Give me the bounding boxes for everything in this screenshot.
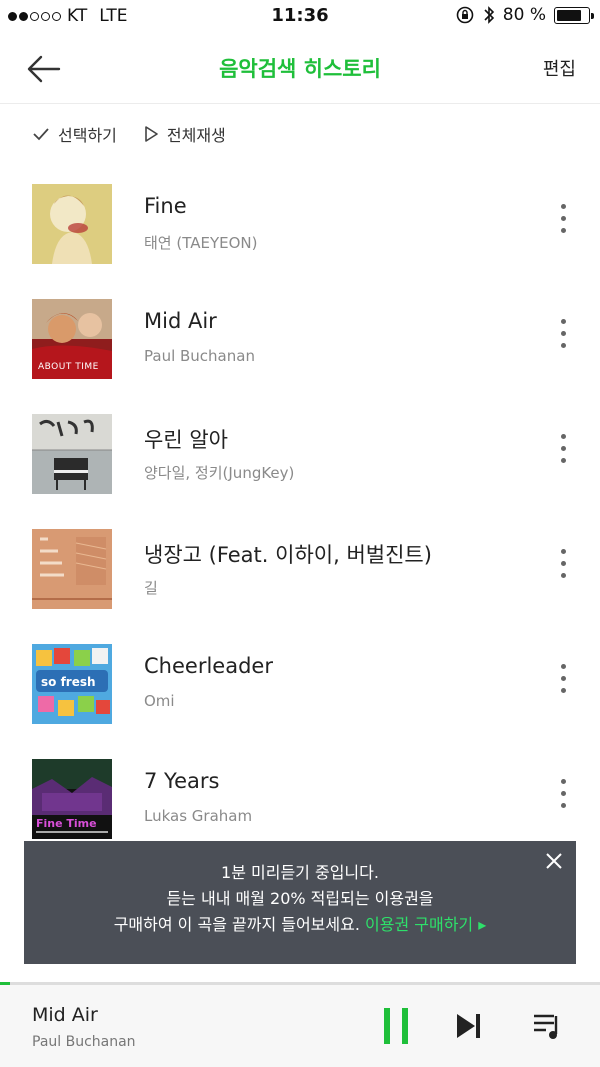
song-artist: 길 — [144, 579, 158, 597]
song-artist: Omi — [144, 692, 175, 710]
close-button[interactable] — [542, 849, 566, 873]
album-art: Fine Time — [32, 759, 112, 839]
more-options-button[interactable] — [548, 779, 578, 819]
toast-line-3: 구매하여 이 곡을 끝까지 들어보세요. 이용권 구매하기 ▸ — [24, 912, 576, 938]
pause-icon — [384, 1008, 408, 1044]
buy-pass-link[interactable]: 이용권 구매하기 ▸ — [365, 915, 486, 934]
song-item[interactable]: so fresh Cheerleader Omi — [0, 628, 600, 743]
album-art: ABOUT TIME — [32, 299, 112, 379]
rotation-lock-icon — [456, 6, 474, 24]
album-art — [32, 184, 112, 264]
now-playing-title: Mid Air — [32, 1004, 98, 1026]
more-options-button[interactable] — [548, 319, 578, 359]
album-art — [32, 414, 112, 494]
more-options-button[interactable] — [548, 549, 578, 589]
playlist-icon — [534, 1014, 558, 1039]
song-title: Fine — [144, 194, 187, 218]
select-label: 선택하기 — [58, 126, 117, 145]
song-artist: 양다일, 정키(JungKey) — [144, 464, 295, 482]
toast-line-3-text: 구매하여 이 곡을 끝까지 들어보세요. — [113, 915, 360, 934]
close-icon — [546, 853, 562, 869]
song-title: Mid Air — [144, 309, 217, 333]
song-title: 냉장고 (Feat. 이하이, 버벌진트) — [144, 543, 432, 567]
song-item[interactable]: Fine 태연 (TAEYEON) — [0, 168, 600, 283]
now-playing-artist: Paul Buchanan — [32, 1034, 136, 1050]
next-track-button[interactable] — [454, 1010, 484, 1042]
battery-icon — [554, 6, 594, 24]
album-art — [32, 529, 112, 609]
svg-text:Fine Time: Fine Time — [36, 817, 97, 830]
list-toolbar: 선택하기 전체재생 — [32, 122, 226, 146]
song-title: Cheerleader — [144, 654, 273, 678]
song-item[interactable]: ABOUT TIME Mid Air Paul Buchanan — [0, 283, 600, 398]
song-title: 우린 알아 — [144, 428, 228, 452]
status-right: 80 % — [455, 5, 594, 25]
song-artist: 태연 (TAEYEON) — [144, 234, 258, 252]
toast-line-1: 1분 미리듣기 중입니다. — [221, 863, 379, 882]
more-options-button[interactable] — [548, 204, 578, 244]
play-all-label: 전체재생 — [166, 126, 226, 145]
svg-text:so fresh: so fresh — [41, 675, 96, 689]
more-options-button[interactable] — [548, 664, 578, 704]
song-artist: Paul Buchanan — [144, 347, 255, 365]
song-title: 7 Years — [144, 769, 220, 793]
check-icon — [33, 128, 49, 141]
play-all-button[interactable]: 전체재생 — [143, 122, 226, 146]
mini-player[interactable]: Mid Air Paul Buchanan — [0, 982, 600, 1067]
song-artist: Lukas Graham — [144, 807, 253, 825]
more-options-button[interactable] — [548, 434, 578, 474]
song-item[interactable]: 우린 알아 양다일, 정키(JungKey) — [0, 398, 600, 513]
nav-bar: 음악검색 히스토리 편집 — [0, 34, 600, 104]
toast-line-2: 듣는 내내 매월 20% 적립되는 이용권을 — [166, 889, 434, 908]
pause-button[interactable] — [380, 1004, 412, 1048]
battery-percent: 80 % — [502, 5, 546, 25]
play-outline-icon — [145, 126, 158, 142]
album-art: so fresh — [32, 644, 112, 724]
status-bar: KT LTE 11:36 80 % — [0, 0, 600, 34]
svg-text:ABOUT TIME: ABOUT TIME — [38, 362, 99, 372]
edit-button[interactable]: 편집 — [543, 55, 576, 81]
bluetooth-icon — [484, 6, 494, 24]
select-button[interactable]: 선택하기 — [32, 122, 117, 146]
skip-next-icon — [457, 1014, 480, 1038]
playback-progress[interactable] — [0, 982, 600, 985]
preview-toast: 1분 미리듣기 중입니다. 듣는 내내 매월 20% 적립되는 이용권을 구매하… — [24, 841, 576, 964]
song-item[interactable]: 냉장고 (Feat. 이하이, 버벌진트) 길 — [0, 513, 600, 628]
page-title: 음악검색 히스토리 — [219, 57, 381, 81]
playlist-button[interactable] — [532, 1010, 564, 1042]
